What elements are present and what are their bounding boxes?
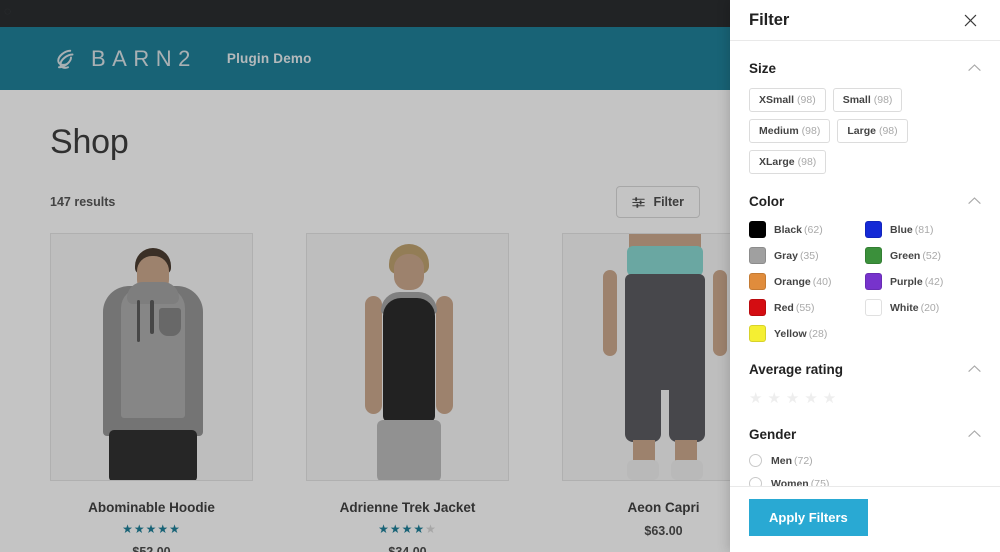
filter-drawer-body: Size XSmall(98) Small(98) Medium(98) <box>730 41 1000 486</box>
filter-drawer-header: Filter <box>730 0 1000 41</box>
size-chip-large[interactable]: Large (98) <box>837 119 908 143</box>
chevron-up-icon[interactable] <box>968 360 981 378</box>
filter-section-title: Color <box>749 193 785 209</box>
color-swatch <box>865 273 882 290</box>
chip-count: (98) <box>797 94 816 106</box>
color-swatch <box>749 325 766 342</box>
filter-section-color: Color Black (62) Blue (81) Gray (35) Gre… <box>749 174 981 342</box>
filter-section-title: Size <box>749 60 777 76</box>
gender-option-men[interactable]: Men (72) <box>749 454 981 467</box>
gender-label: Men (72) <box>771 454 813 467</box>
gender-option-list: Men (72) Women (75) <box>749 454 981 486</box>
color-swatch <box>749 299 766 316</box>
size-chip-small[interactable]: Small (98) <box>832 88 903 112</box>
rating-star-row[interactable]: ★★★★★ <box>749 389 981 407</box>
size-chip-xlarge[interactable]: XLarge (98) <box>749 150 827 174</box>
chip-count: (98) <box>801 125 821 137</box>
color-option-orange[interactable]: Orange (40) <box>749 273 865 290</box>
chip-label: XSmall <box>759 94 795 106</box>
chip-label: Large <box>847 125 876 137</box>
filter-section-title: Gender <box>749 426 797 442</box>
chip-count: (98) <box>878 125 898 137</box>
color-label: Purple (42) <box>890 275 944 288</box>
filter-section-color-header[interactable]: Color <box>749 192 981 210</box>
color-label: Green (52) <box>890 249 942 262</box>
color-option-green[interactable]: Green (52) <box>865 247 981 264</box>
color-label: Black (62) <box>774 223 823 236</box>
color-option-gray[interactable]: Gray (35) <box>749 247 865 264</box>
color-option-black[interactable]: Black (62) <box>749 221 865 238</box>
chip-count: (98) <box>873 94 893 106</box>
filter-section-rating: Average rating ★★★★★ <box>749 342 981 407</box>
color-option-purple[interactable]: Purple (42) <box>865 273 981 290</box>
color-label: Yellow (28) <box>774 327 828 340</box>
screen-root: ◌ BARN2 Plugin Demo Pricing Buy <box>0 0 1000 552</box>
size-chip-xsmall[interactable]: XSmall (98) <box>749 88 826 112</box>
color-option-red[interactable]: Red (55) <box>749 299 865 316</box>
color-option-yellow[interactable]: Yellow (28) <box>749 325 865 342</box>
radio-icon <box>749 454 762 467</box>
gender-option-women[interactable]: Women (75) <box>749 477 981 486</box>
color-swatch <box>865 299 882 316</box>
filter-drawer-title: Filter <box>749 10 790 29</box>
filter-section-rating-header[interactable]: Average rating <box>749 360 981 378</box>
color-option-white[interactable]: White (20) <box>865 299 981 316</box>
filter-section-size-header[interactable]: Size <box>749 59 981 77</box>
filter-section-gender-header[interactable]: Gender <box>749 425 981 443</box>
chip-label: Medium <box>759 125 799 137</box>
size-chip-medium[interactable]: Medium (98) <box>749 119 831 143</box>
chip-count: (98) <box>797 156 817 168</box>
apply-filters-button[interactable]: Apply Filters <box>749 499 868 536</box>
radio-icon <box>749 477 762 486</box>
filter-section-title: Average rating <box>749 361 844 377</box>
filter-drawer-footer: Apply Filters <box>730 486 1000 552</box>
color-option-list: Black (62) Blue (81) Gray (35) Green (52) <box>749 221 981 342</box>
chip-label: Small <box>842 94 871 106</box>
filter-section-size: Size XSmall(98) Small(98) Medium(98) <box>749 41 981 174</box>
chevron-up-icon[interactable] <box>968 192 981 210</box>
color-label: Gray (35) <box>774 249 819 262</box>
color-swatch <box>749 221 766 238</box>
chevron-up-icon[interactable] <box>968 425 981 443</box>
color-label: Orange (40) <box>774 275 832 288</box>
color-swatch <box>749 273 766 290</box>
filter-section-gender: Gender Men (72) Women (75) <box>749 407 981 486</box>
close-icon[interactable] <box>959 9 981 31</box>
gender-label: Women (75) <box>771 477 830 487</box>
filter-drawer: Filter Size XSmall (98) Small (98) Mediu… <box>730 0 1000 552</box>
chevron-up-icon[interactable] <box>968 59 981 77</box>
chip-label: XLarge <box>759 156 795 168</box>
color-label: White (20) <box>890 301 940 314</box>
size-chip-list: XSmall (98) Small (98) Medium (98) Large (98… <box>749 88 981 174</box>
color-swatch <box>865 221 882 238</box>
color-swatch <box>749 247 766 264</box>
color-swatch <box>865 247 882 264</box>
color-option-blue[interactable]: Blue (81) <box>865 221 981 238</box>
color-label: Blue (81) <box>890 223 934 236</box>
color-label: Red (55) <box>774 301 815 314</box>
